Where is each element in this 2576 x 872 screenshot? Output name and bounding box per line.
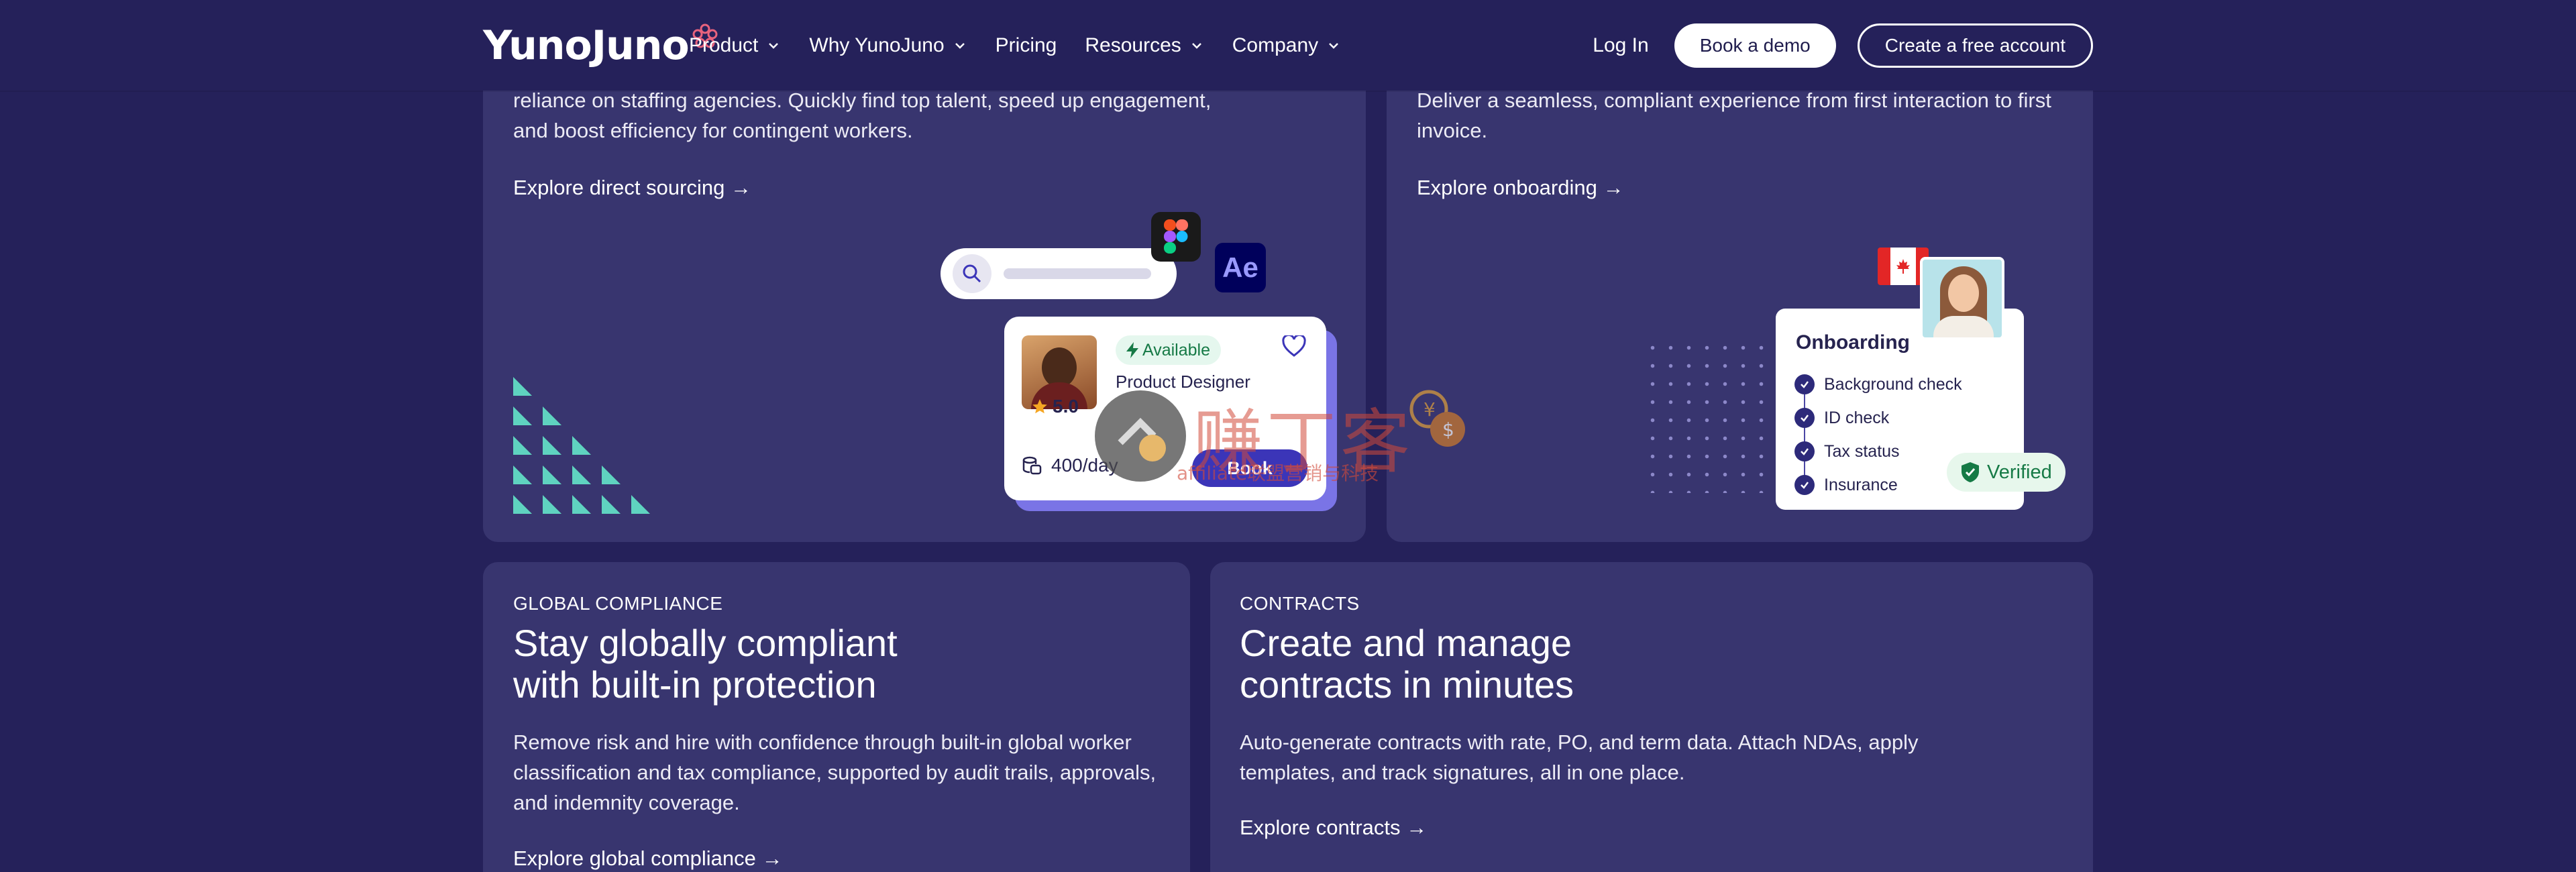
nav-label: Resources (1085, 34, 1181, 56)
section-title: Create and manage contracts in minutes (1240, 622, 1574, 706)
checklist-label: Insurance (1824, 475, 1898, 494)
title-line: Stay globally compliant (513, 622, 898, 664)
explore-direct-sourcing-link[interactable]: Explore direct sourcing → (513, 176, 751, 200)
checklist-label: Tax status (1824, 441, 1900, 461)
checklist-item: Insurance (1794, 468, 1962, 502)
title-line: contracts in minutes (1240, 663, 1574, 706)
checkmark-icon (1794, 408, 1815, 428)
section-title: Stay globally compliant with built-in pr… (513, 622, 898, 706)
explore-contracts-link[interactable]: Explore contracts → (1240, 816, 1427, 840)
description-line: reliance on staffing agencies. Quickly f… (513, 89, 1212, 112)
description-line: and indemnity coverage. (513, 791, 740, 814)
verified-badge: Verified (1947, 453, 2065, 492)
title-line: with built-in protection (513, 663, 877, 706)
checkmark-icon (1794, 475, 1815, 495)
main-nav: Product Why YunoJuno Pricing Resources C… (689, 0, 1341, 91)
search-bar-illustration (941, 248, 1177, 299)
watermark-latin-text: affiliate联盟营销与科技 (1177, 462, 1379, 484)
nav-item-why-yunojuno[interactable]: Why YunoJuno (809, 34, 967, 57)
section-eyebrow: GLOBAL COMPLIANCE (513, 593, 723, 614)
checkmark-icon (1794, 441, 1815, 461)
onboarding-checklist: Background check ID check Tax status Ins… (1794, 368, 1962, 502)
chevron-down-icon (1329, 42, 1339, 49)
logo-wordmark: YunoJuno (483, 22, 690, 69)
description-line: Remove risk and hire with confidence thr… (513, 730, 1132, 754)
lightning-icon (1126, 342, 1138, 358)
availability-badge: Available (1116, 335, 1222, 365)
global-compliance-card: GLOBAL COMPLIANCE Stay globally complian… (483, 562, 1190, 872)
figma-icon (1151, 212, 1201, 262)
description-line: Deliver a seamless, compliant experience… (1417, 89, 2051, 112)
book-demo-button[interactable]: Book a demo (1674, 23, 1836, 68)
currency-icon: ¥ $ (1409, 390, 1465, 447)
description-line: and boost efficiency for contingent work… (513, 119, 913, 142)
nav-label: Company (1232, 34, 1319, 56)
svg-text:¥: ¥ (1424, 398, 1436, 421)
svg-text:$: $ (1442, 419, 1454, 441)
checklist-item: Background check (1794, 368, 1962, 401)
shield-check-icon (1962, 462, 1979, 482)
description-line: invoice. (1417, 119, 1488, 142)
chevron-down-icon (769, 42, 779, 49)
contracts-card: CONTRACTS Create and manage contracts in… (1210, 562, 2093, 872)
compliance-description: Remove risk and hire with confidence thr… (513, 727, 1156, 818)
description-line: Auto-generate contracts with rate, PO, a… (1240, 730, 1919, 754)
rating-value: 5.0 (1053, 396, 1079, 417)
header-actions: Log In Book a demo Create a free account (1593, 0, 2093, 91)
section-eyebrow: CONTRACTS (1240, 593, 1360, 614)
nav-item-company[interactable]: Company (1232, 34, 1341, 57)
checkmark-icon (1794, 374, 1815, 394)
search-placeholder-bar (1004, 268, 1151, 279)
star-icon (1032, 399, 1047, 414)
watermark: 赚丁客 affiliate联盟营销与科技 ¥ $ (1093, 382, 1496, 484)
checklist-item: ID check (1794, 401, 1962, 435)
nav-item-product[interactable]: Product (689, 34, 781, 57)
nav-label: Why YunoJuno (809, 34, 945, 56)
description-line: templates, and track signatures, all in … (1240, 761, 1685, 784)
chevron-down-icon (955, 42, 965, 49)
search-icon (953, 254, 991, 293)
nav-item-pricing[interactable]: Pricing (996, 34, 1057, 57)
watermark-logo-icon (1095, 390, 1186, 482)
heart-icon[interactable] (1282, 335, 1306, 357)
checklist-label: Background check (1824, 374, 1962, 394)
contracts-description: Auto-generate contracts with rate, PO, a… (1240, 727, 1918, 787)
onboarding-card-title: Onboarding (1796, 331, 1910, 353)
explore-onboarding-link[interactable]: Explore onboarding → (1417, 176, 1623, 200)
verified-label: Verified (1987, 461, 2052, 483)
title-line: Create and manage (1240, 622, 1572, 664)
after-effects-icon: Ae (1215, 243, 1266, 292)
coins-icon (1022, 456, 1042, 475)
checklist-item: Tax status (1794, 435, 1962, 468)
dot-grid-decoration (1644, 339, 1764, 493)
nav-label: Pricing (995, 34, 1057, 56)
description-line: classification and tax compliance, suppo… (513, 761, 1157, 784)
login-link[interactable]: Log In (1593, 34, 1648, 57)
availability-label: Available (1142, 340, 1211, 360)
checklist-label: ID check (1824, 408, 1890, 427)
yunojuno-logo[interactable]: YunoJuno (483, 19, 718, 72)
site-header: YunoJuno Product Why YunoJuno Pricing Re… (0, 0, 2576, 91)
chevron-down-icon (1191, 42, 1201, 49)
create-account-button[interactable]: Create a free account (1857, 23, 2093, 68)
explore-global-compliance-link[interactable]: Explore global compliance → (513, 847, 783, 871)
avatar (1920, 257, 2004, 340)
onboarding-description: Deliver a seamless, compliant experience… (1417, 85, 2051, 146)
sourcing-description: reliance on staffing agencies. Quickly f… (513, 85, 1211, 146)
rating: 5.0 (1031, 396, 1079, 417)
nav-label: Product (689, 34, 759, 56)
triangle-pattern (513, 377, 650, 514)
nav-item-resources[interactable]: Resources (1085, 34, 1203, 57)
